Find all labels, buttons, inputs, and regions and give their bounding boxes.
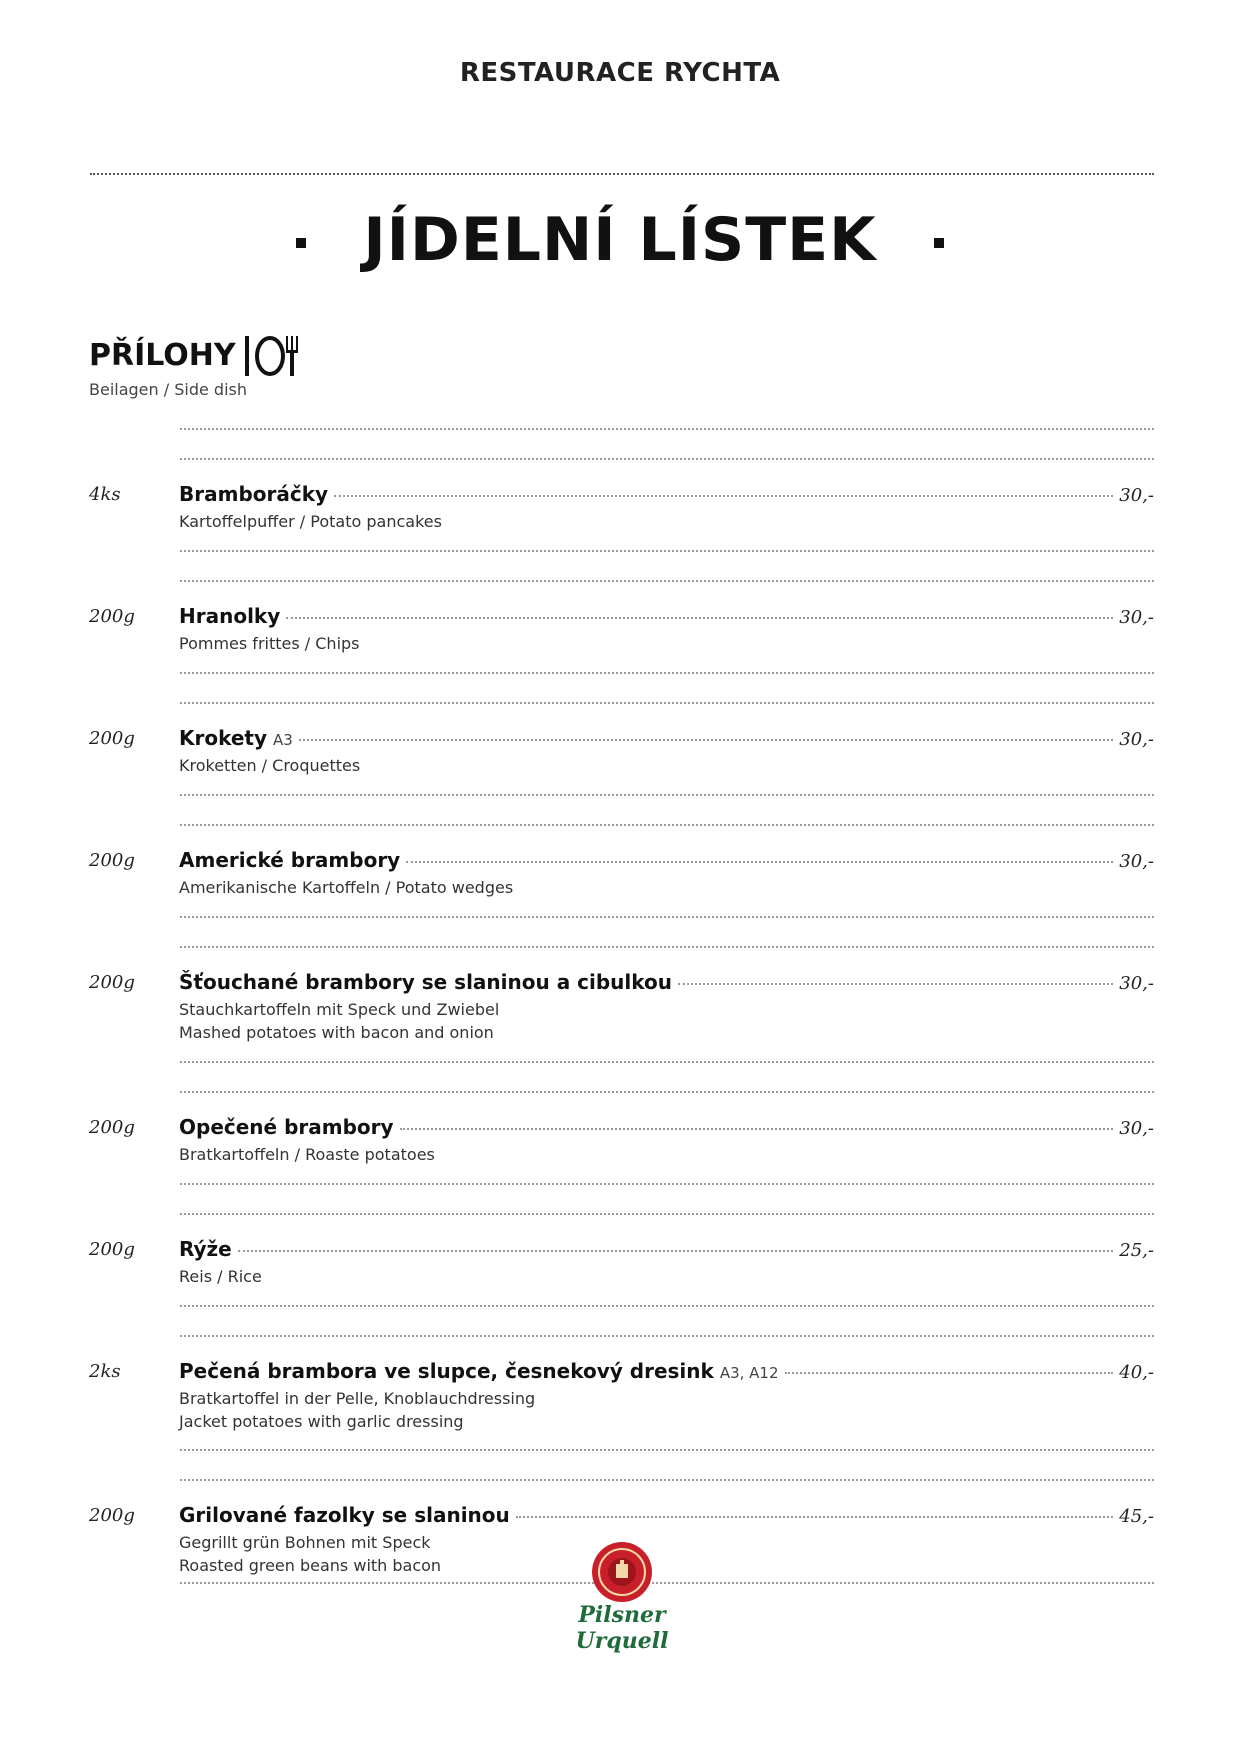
item-description: Stauchkartoffeln mit Speck und Zwiebel [179, 1000, 500, 1019]
item-price: 30,- [1119, 1118, 1154, 1139]
item-name-line: Pečená brambora ve slupce, česnekový dre… [179, 1359, 1154, 1383]
item-name-line: Bramboráčky 30,- [179, 482, 1154, 506]
item-description: Mashed potatoes with bacon and onion [179, 1023, 494, 1042]
item-name: Americké brambory [179, 848, 401, 872]
dotted-leader [399, 1128, 1114, 1130]
item-price: 30,- [1119, 851, 1154, 872]
item-quantity: 2ks [89, 1361, 121, 1382]
dotted-separator [180, 1449, 1154, 1451]
item-price: 45,- [1119, 1506, 1154, 1527]
pilsner-urquell-logo: Pilsner Urquell [548, 1538, 696, 1654]
dotted-separator [180, 1305, 1154, 1307]
item-allergens: A3 [273, 731, 293, 749]
menu-item: 4ks Bramboráčky 30,- Kartoffelpuffer / Pota… [89, 482, 1154, 592]
dotted-separator [180, 702, 1154, 704]
menu-item: 200g Americké brambory 30,- Amerikanische K… [89, 848, 1154, 958]
item-description: Kartoffelpuffer / Potato pancakes [179, 512, 442, 531]
restaurant-name: RESTAURACE RYCHTA [459, 58, 781, 88]
dotted-leader [678, 983, 1114, 985]
item-price: 30,- [1119, 729, 1154, 750]
item-description: Kroketten / Croquettes [179, 756, 361, 775]
item-price: 40,- [1119, 1362, 1154, 1383]
item-quantity: 200g [89, 1117, 135, 1138]
item-description: Pommes frittes / Chips [179, 634, 360, 653]
dotted-separator [180, 458, 1154, 460]
item-name: Bramboráčky [179, 482, 329, 506]
dotted-separator [180, 1091, 1154, 1093]
dotted-separator [180, 428, 1154, 430]
dotted-separator [180, 916, 1154, 918]
dotted-leader [406, 861, 1114, 863]
dotted-separator [180, 794, 1154, 796]
item-name: Grilované fazolky se slaninou [179, 1503, 510, 1527]
item-price: 25,- [1119, 1240, 1154, 1261]
item-description: Reis / Rice [179, 1267, 262, 1286]
item-name: Rýže [179, 1237, 232, 1261]
logo-wordmark: Pilsner Urquell [575, 1602, 669, 1654]
item-quantity: 200g [89, 606, 135, 627]
item-name-line: Šťouchané brambory se slaninou a cibulko… [179, 970, 1154, 994]
dotted-leader [237, 1250, 1114, 1252]
item-name: Opečené brambory [179, 1115, 394, 1139]
item-name-line: Krokety A3 30,- [179, 726, 1154, 750]
section-title: PŘÍLOHY [89, 338, 236, 373]
item-quantity: 200g [89, 850, 135, 871]
item-name: Pečená brambora ve slupce, česnekový dre… [179, 1359, 714, 1383]
item-quantity: 200g [89, 972, 135, 993]
item-quantity: 200g [89, 728, 135, 749]
menu-item: 200g Rýže 25,- Reis / Rice [89, 1237, 1154, 1347]
item-name: Krokety [179, 726, 268, 750]
menu-item: 200g Šťouchané brambory se slaninou a cib… [89, 970, 1154, 1080]
item-quantity: 200g [89, 1505, 135, 1526]
dotted-separator [180, 580, 1154, 582]
dotted-leader [298, 739, 1114, 741]
dotted-leader [515, 1516, 1114, 1518]
item-price: 30,- [1119, 485, 1154, 506]
menu-item: 2ks Pečená brambora ve slupce, česnekový … [89, 1359, 1154, 1469]
dotted-leader [334, 495, 1114, 497]
item-quantity: 4ks [89, 484, 121, 505]
page-title: JÍDELNÍ LÍSTEK [363, 205, 877, 275]
item-description: Bratkartoffel in der Pelle, Knoblauchdre… [179, 1389, 536, 1408]
plate-fork-knife-icon [242, 332, 298, 385]
title-dot-right [934, 238, 944, 248]
item-name-line: Hranolky 30,- [179, 604, 1154, 628]
item-description: Jacket potatoes with garlic dressing [179, 1412, 464, 1431]
item-name-line: Grilované fazolky se slaninou 45,- [179, 1503, 1154, 1527]
header-divider [90, 173, 1154, 175]
item-allergens: A3, A12 [719, 1364, 779, 1382]
dotted-leader [784, 1372, 1114, 1374]
dotted-separator [180, 1213, 1154, 1215]
item-description: Gegrillt grün Bohnen mit Speck [179, 1533, 431, 1552]
item-name: Šťouchané brambory se slaninou a cibulko… [179, 970, 673, 994]
item-description: Amerikanische Kartoffeln / Potato wedges [179, 878, 514, 897]
item-price: 30,- [1119, 607, 1154, 628]
item-name: Hranolky [179, 604, 281, 628]
dotted-separator [180, 1061, 1154, 1063]
dotted-separator [180, 1479, 1154, 1481]
item-description: Roasted green beans with bacon [179, 1556, 442, 1575]
dotted-separator [180, 946, 1154, 948]
item-name-line: Rýže 25,- [179, 1237, 1154, 1261]
item-quantity: 200g [89, 1239, 135, 1260]
dotted-separator [180, 550, 1154, 552]
dotted-separator [180, 672, 1154, 674]
item-name-line: Opečené brambory 30,- [179, 1115, 1154, 1139]
item-name-line: Americké brambory 30,- [179, 848, 1154, 872]
dotted-separator [180, 824, 1154, 826]
dotted-separator [180, 1335, 1154, 1337]
menu-item: 200g Krokety A3 30,- Kroketten / Croquettes [89, 726, 1154, 836]
menu-item: 200g Opečené brambory 30,- Bratkartoffeln /… [89, 1115, 1154, 1225]
item-price: 30,- [1119, 973, 1154, 994]
menu-item: 200g Hranolky 30,- Pommes frittes / Chips [89, 604, 1154, 714]
section-subtitle: Beilagen / Side dish [89, 380, 247, 399]
dotted-separator [180, 1183, 1154, 1185]
item-description: Bratkartoffeln / Roaste potatoes [179, 1145, 435, 1164]
dotted-leader [286, 617, 1114, 619]
